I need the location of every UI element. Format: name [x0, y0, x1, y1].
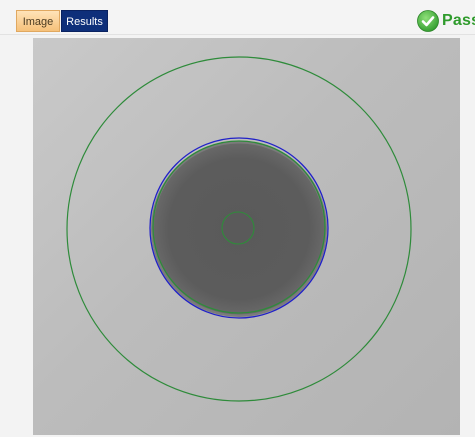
pass-status: Pass: [417, 9, 475, 33]
check-circle-icon: [417, 10, 439, 32]
tab-image[interactable]: Image: [16, 10, 60, 32]
tab-results[interactable]: Results: [61, 10, 108, 32]
toolbar: Image Results Pass: [0, 0, 475, 35]
fiber-inspection-window: Image Results Pass: [0, 0, 475, 437]
status-text: Pass: [442, 12, 475, 29]
fiber-end-face-image[interactable]: [33, 38, 460, 435]
inspection-overlay: [66, 56, 412, 402]
